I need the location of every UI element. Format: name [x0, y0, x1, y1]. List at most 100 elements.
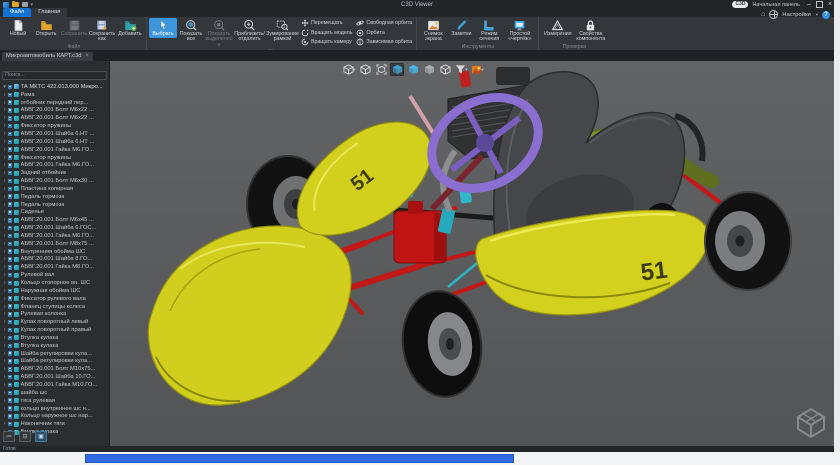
visibility-checkbox[interactable] [8, 85, 13, 90]
visibility-checkbox[interactable] [8, 375, 13, 380]
expand-caret-icon[interactable]: › [2, 288, 7, 294]
visibility-checkbox[interactable] [8, 226, 13, 231]
tab-file[interactable]: Файл [3, 8, 31, 17]
tree-item[interactable]: ›АБВГ.20.001 Гайка М6.ГО... [2, 146, 107, 154]
visibility-checkbox[interactable] [8, 265, 13, 270]
visibility-checkbox[interactable] [8, 296, 13, 301]
tree-item[interactable]: ›АБВГ.20.001 Болт М6х22 ... [2, 107, 107, 115]
visibility-checkbox[interactable] [8, 187, 13, 192]
tree-filter-button[interactable]: ≔ [3, 431, 15, 442]
visibility-checkbox[interactable] [8, 93, 13, 98]
expand-caret-icon[interactable]: › [2, 170, 7, 176]
visibility-checkbox[interactable] [8, 194, 13, 199]
globe-icon[interactable] [769, 10, 778, 19]
visibility-checkbox[interactable] [8, 289, 13, 294]
tree-item[interactable]: ›АБВГ.20.001 Гайка М6.ГО... [2, 232, 107, 240]
tree-item[interactable]: ›АБВГ.20.001 Шайба 10.ГО... [2, 373, 107, 381]
display-mode-b-icon[interactable] [438, 63, 452, 76]
visibility-checkbox[interactable] [8, 108, 13, 113]
tree-item[interactable]: ›Педаль тормоза [2, 201, 107, 209]
tree-item[interactable]: ›Кольцо наружное шс нар... [2, 412, 107, 420]
visibility-checkbox[interactable] [8, 391, 13, 396]
tree-item[interactable]: ›АБВГ.20.001 Шайба 6.НТ ... [2, 138, 107, 146]
selection-filter-icon[interactable]: ▾ [454, 63, 468, 76]
expand-caret-icon[interactable]: › [2, 280, 7, 286]
minimize-button[interactable]: – [807, 0, 811, 9]
expand-caret-icon[interactable]: › [2, 115, 7, 121]
expand-caret-icon[interactable]: › [2, 311, 7, 317]
open-button[interactable]: Открыть [32, 18, 60, 38]
visibility-checkbox[interactable] [8, 147, 13, 152]
expand-caret-icon[interactable]: › [2, 100, 7, 106]
wheel-right[interactable] [705, 192, 791, 290]
viewport-3d[interactable]: ▾▾▾ [110, 61, 834, 446]
tree-item[interactable]: ›Наружная обойма ШС [2, 287, 107, 295]
expand-caret-icon[interactable]: › [2, 319, 7, 325]
progress-bar[interactable] [85, 454, 514, 463]
visibility-checkbox[interactable] [8, 202, 13, 207]
expand-caret-icon[interactable]: › [2, 413, 7, 419]
component-properties-button[interactable]: Свойства компонента [574, 18, 607, 44]
tree-item[interactable]: ›АБВГ.20.001 Болт М10х75... [2, 365, 107, 373]
tree-item[interactable]: ›АБВГ.20.001 Шайба 6.ГОС... [2, 224, 107, 232]
visibility-checkbox[interactable] [8, 398, 13, 403]
tab-close-icon[interactable]: × [86, 52, 90, 61]
show-selected-button[interactable]: Показать выделенное [205, 18, 233, 49]
visibility-checkbox[interactable] [8, 359, 13, 364]
simple-drawing-button[interactable]: Простой «чертёж» [503, 18, 536, 44]
visibility-checkbox[interactable] [8, 336, 13, 341]
visibility-checkbox[interactable] [8, 132, 13, 137]
expand-caret-icon[interactable]: › [2, 296, 7, 302]
expand-caret-icon[interactable]: › [2, 194, 7, 200]
expand-caret-icon[interactable]: › [2, 327, 7, 333]
visibility-checkbox[interactable] [8, 249, 13, 254]
expand-caret-icon[interactable]: › [2, 249, 7, 255]
expand-caret-icon[interactable]: › [2, 343, 7, 349]
measure-button[interactable]: Измерения [541, 18, 574, 38]
expand-caret-icon[interactable]: › [2, 351, 7, 357]
tree-item[interactable]: ›АБВГ.20.001 Гайка М8.ГО... [2, 263, 107, 271]
tree-item[interactable]: ›АБВГ.20.001 Гайка М6.ГО... [2, 161, 107, 169]
visibility-checkbox[interactable] [8, 320, 13, 325]
tree-item[interactable]: ›Задний отбойник [2, 169, 107, 177]
screenshot-button[interactable]: Снимок экрана [419, 18, 447, 44]
open-folder-icon[interactable] [12, 2, 19, 7]
front-bumper-yellow[interactable] [148, 226, 351, 405]
tree-item[interactable]: ›Шайба регулировки кула... [2, 358, 107, 366]
document-tab[interactable]: Микроавтомобиль КАРТ.c3d × [2, 52, 93, 61]
expand-caret-icon[interactable]: › [2, 406, 7, 412]
settings-button[interactable]: Настройки [782, 12, 810, 18]
expand-caret-icon[interactable]: › [2, 272, 7, 278]
visibility-checkbox[interactable] [8, 179, 13, 184]
visibility-checkbox[interactable] [8, 124, 13, 129]
expand-caret-icon[interactable]: › [2, 178, 7, 184]
expand-caret-icon[interactable]: › [2, 92, 7, 98]
tree-item[interactable]: ›Кулак поворотный правый [2, 326, 107, 334]
rotate-model-button[interactable]: Вращать модель [301, 29, 352, 37]
wheel-front[interactable] [396, 286, 488, 402]
search-input[interactable] [2, 71, 107, 80]
constrained-orbit-button[interactable]: Зависимая орбита [356, 38, 412, 46]
view-orientation-icon[interactable]: ▾ [342, 63, 356, 76]
tree-item[interactable]: ›АБВГ.20.001 Болт М6х45 ... [2, 216, 107, 224]
tree-item[interactable]: ›кольцо внутреннее шс н... [2, 405, 107, 413]
expand-caret-icon[interactable]: › [2, 382, 7, 388]
expand-caret-icon[interactable]: › [2, 264, 7, 270]
visibility-checkbox[interactable] [8, 328, 13, 333]
expand-caret-icon[interactable]: › [2, 374, 7, 380]
visibility-checkbox[interactable] [8, 312, 13, 317]
tree-item[interactable]: ›АБВГ.20.001 Шайба 6.НТ ... [2, 130, 107, 138]
fit-all-icon[interactable] [374, 63, 388, 76]
tree-root-item[interactable]: ▾ ТА МКТС 422.013.000 Микро... [2, 83, 107, 91]
visibility-checkbox[interactable] [8, 234, 13, 239]
visibility-checkbox[interactable] [8, 351, 13, 356]
visibility-checkbox[interactable] [8, 210, 13, 215]
free-orbit-button[interactable]: Свободная орбита [356, 19, 412, 27]
start-panel-button[interactable]: Начальная панель [752, 2, 800, 8]
tree-collapse-button[interactable]: ⊟ [19, 431, 31, 442]
expand-caret-icon[interactable]: › [2, 209, 7, 215]
expand-caret-icon[interactable]: › [2, 139, 7, 145]
shaded-edges-mode-icon[interactable] [406, 63, 420, 76]
expand-caret-icon[interactable]: › [2, 131, 7, 137]
visibility-checkbox[interactable] [8, 218, 13, 223]
